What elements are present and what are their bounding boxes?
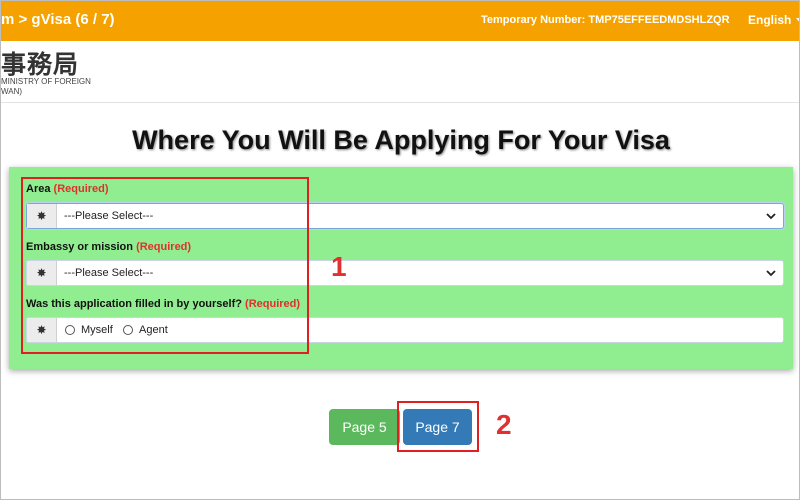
language-label: English [748, 13, 792, 27]
ministry-logo: 事務局 MINISTRY OF FOREIGN WAN) [1, 43, 121, 99]
page-frame: m > gVisa (6 / 7) Temporary Number: TMP7… [0, 0, 800, 500]
annotation-number-2: 2 [496, 409, 512, 440]
caret-down-icon [796, 18, 799, 24]
header-divider [1, 102, 799, 103]
chevron-down-icon [766, 270, 776, 277]
language-selector[interactable]: English [748, 13, 799, 27]
breadcrumb: m > gVisa (6 / 7) [1, 11, 115, 28]
temporary-number: Temporary Number: TMP75EFFEEDMDSHLZQR [481, 14, 730, 26]
logo-line-2: WAN) [1, 87, 23, 96]
page-5-button[interactable]: Page 5 [329, 409, 400, 445]
annotation-number-1: 1 [331, 251, 347, 282]
annotation-box-2 [397, 401, 479, 452]
page-title: Where You Will Be Applying For Your Visa [132, 125, 670, 155]
top-bar: m > gVisa (6 / 7) Temporary Number: TMP7… [1, 1, 799, 41]
chevron-down-icon [766, 213, 776, 220]
logo-line-1: MINISTRY OF FOREIGN [1, 77, 91, 86]
logo-cjk-text: 事務局 [1, 50, 80, 79]
annotation-box-1 [21, 177, 309, 354]
